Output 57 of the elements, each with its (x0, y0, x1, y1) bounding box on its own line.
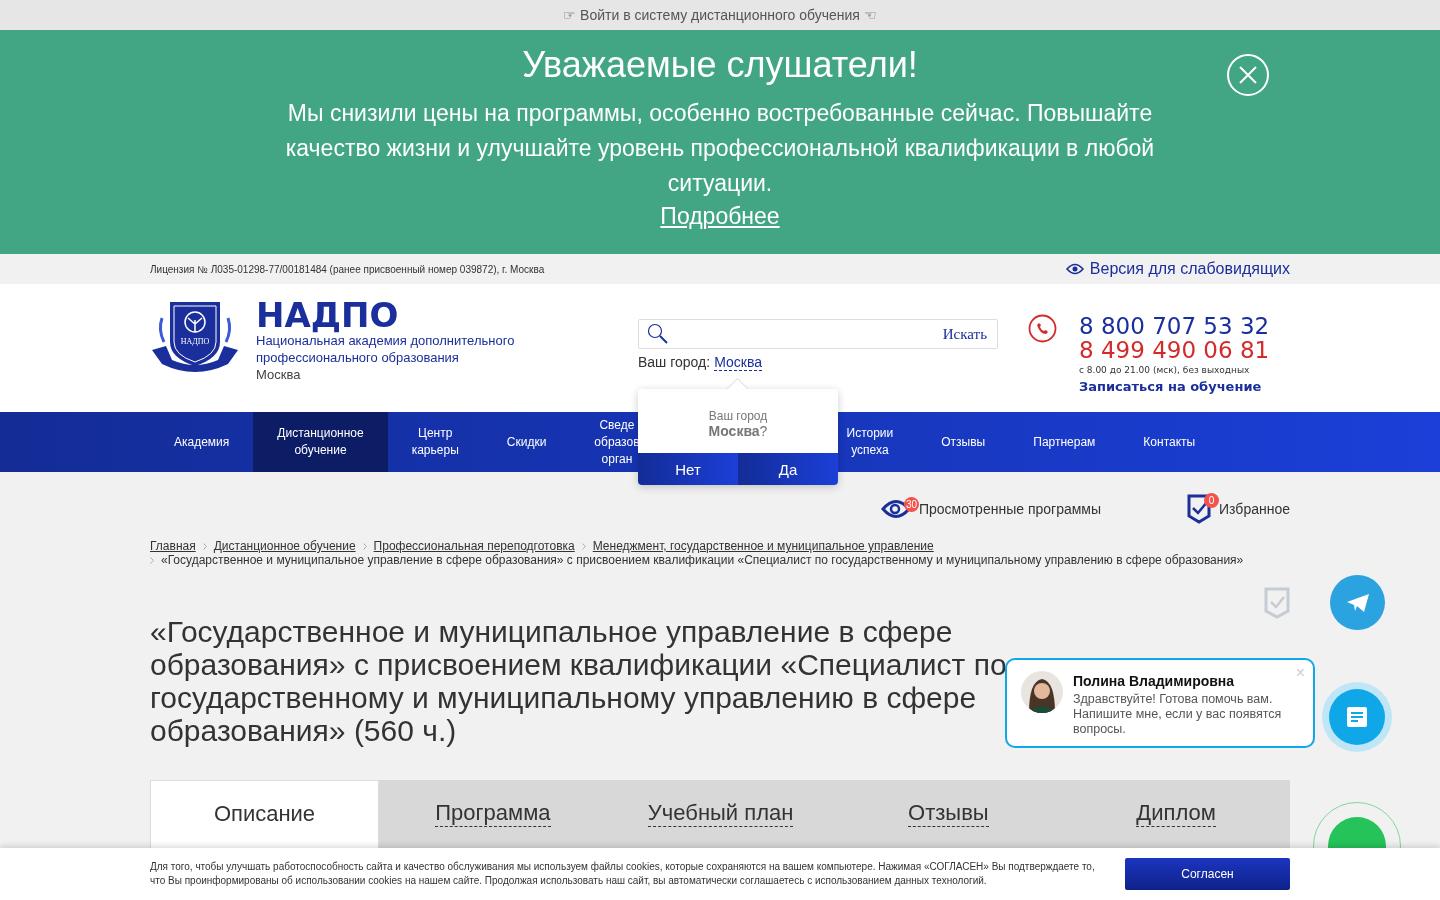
chevron-icon (150, 556, 154, 564)
search-button[interactable]: Искать (942, 325, 987, 343)
shield-check-icon[interactable] (1264, 587, 1290, 619)
city-link[interactable]: Москва (714, 354, 762, 371)
close-icon (1238, 65, 1258, 85)
signup-link[interactable]: Записаться на обучение (1079, 379, 1270, 394)
popup-button[interactable]: Да (738, 453, 838, 485)
chevron-icon (581, 542, 586, 550)
paper-plane-icon (1345, 592, 1370, 613)
phone-number[interactable]: 8 499 490 06 81 (1079, 338, 1270, 362)
nav-item[interactable]: Отзывы (917, 412, 1010, 472)
banner-title: Уважаемые слушатели! (522, 44, 918, 86)
chevron-icon (202, 542, 207, 550)
popup-question: Ваш город (708, 409, 768, 423)
breadcrumb-current: «Государственное и муниципальное управление в сфере образования» с присвоением квалификации «Специалист по государственному и муниципальному управлению в сфере образования» (161, 553, 1244, 567)
count-badge: 30 (903, 496, 919, 512)
breadcrumb-link[interactable]: Дистанционное обучение (213, 539, 356, 553)
avatar (1021, 671, 1063, 713)
brand-city: Москва (256, 366, 302, 383)
count-badge: 0 (1204, 492, 1220, 508)
nav-item[interactable]: Дистанционное обучение (253, 412, 388, 472)
low-vision-link[interactable]: Версия для слабовидящих (1065, 260, 1290, 278)
breadcrumb-link[interactable]: Менеджмент, государственное и муниципальное управление (592, 539, 934, 553)
nav-item[interactable]: Центр карьеры (387, 412, 483, 472)
shield-check-icon (1187, 493, 1212, 524)
document-icon (1347, 707, 1367, 727)
phone-icon (1028, 314, 1057, 343)
banner-text: Мы снизили цены на программы, особенно востребованные сейчас. Повышайте качество жизни и улучшайте уровень профессиональной квалификации в любой ситуации. (284, 99, 1156, 198)
nav-item[interactable]: Академия (150, 412, 254, 472)
cookie-text: Для того, чтобы улучшать работоспособность сайта и качество обслуживания мы используем файлы cookies, которые сохраняются на вашем компьютере. Нажимая «СОГЛАСЕН» Вы подтверждаете то, что Вы проинформированы об использовании cookies на нашем сайте. Продолжая использовать наш сайт, вы автоматически соглашаетесь с использованием данных технологий. (150, 860, 1095, 888)
nav-item[interactable]: Контакты (1119, 412, 1220, 472)
nav-item[interactable]: Скидки (482, 412, 571, 472)
favorites-link[interactable]: 0 Избранное (1187, 492, 1290, 525)
tab[interactable]: Описание (150, 780, 379, 850)
breadcrumb-link[interactable]: Главная (150, 539, 196, 553)
chat-message: Здравствуйте! Готова помочь вам. Напишите мне, если у вас появятся вопросы. (1073, 692, 1283, 737)
breadcrumb-link[interactable]: Профессиональная переподготовка (373, 539, 575, 553)
eye-icon (1065, 263, 1084, 275)
nav-item[interactable]: Партнерам (1009, 412, 1120, 472)
chevron-icon (362, 542, 367, 550)
working-hours: с 8.00 до 21.00 (мск), без выходных (1079, 365, 1251, 375)
license-text: Лицензия № Л035-01298-77/00181484 (ранее присвоенный номер 039872), г. Москва (150, 263, 545, 275)
login-link[interactable]: ☞ Войти в систему дистанционного обучения ☜ (563, 7, 877, 23)
close-button[interactable] (1227, 54, 1269, 96)
logo-emblem-drawing: НАДПО (150, 298, 240, 376)
telegram-button[interactable] (1330, 575, 1385, 630)
search-field[interactable]: Искать (638, 319, 998, 349)
accept-button[interactable]: Согласен (1125, 858, 1290, 890)
phone-number[interactable]: 8 800 707 53 32 (1079, 314, 1270, 338)
city-label: Ваш город: (638, 354, 711, 371)
search-icon (647, 323, 669, 345)
brand-subtitle: Национальная академия дополнительного профессионального образования (256, 333, 516, 366)
page-title: «Государственное и муниципальное управление в сфере образования» с присвоением квалификации «Специалист по государственному и муниципальному управлению в сфере образования» (560 ч.) (150, 615, 1008, 747)
agent-name: Полина Владимировна (1073, 673, 1236, 689)
popup-city: Москва? (708, 423, 768, 439)
popup-button[interactable]: Нет (638, 453, 738, 485)
nav-item[interactable]: Сведе образов орган (570, 412, 640, 472)
